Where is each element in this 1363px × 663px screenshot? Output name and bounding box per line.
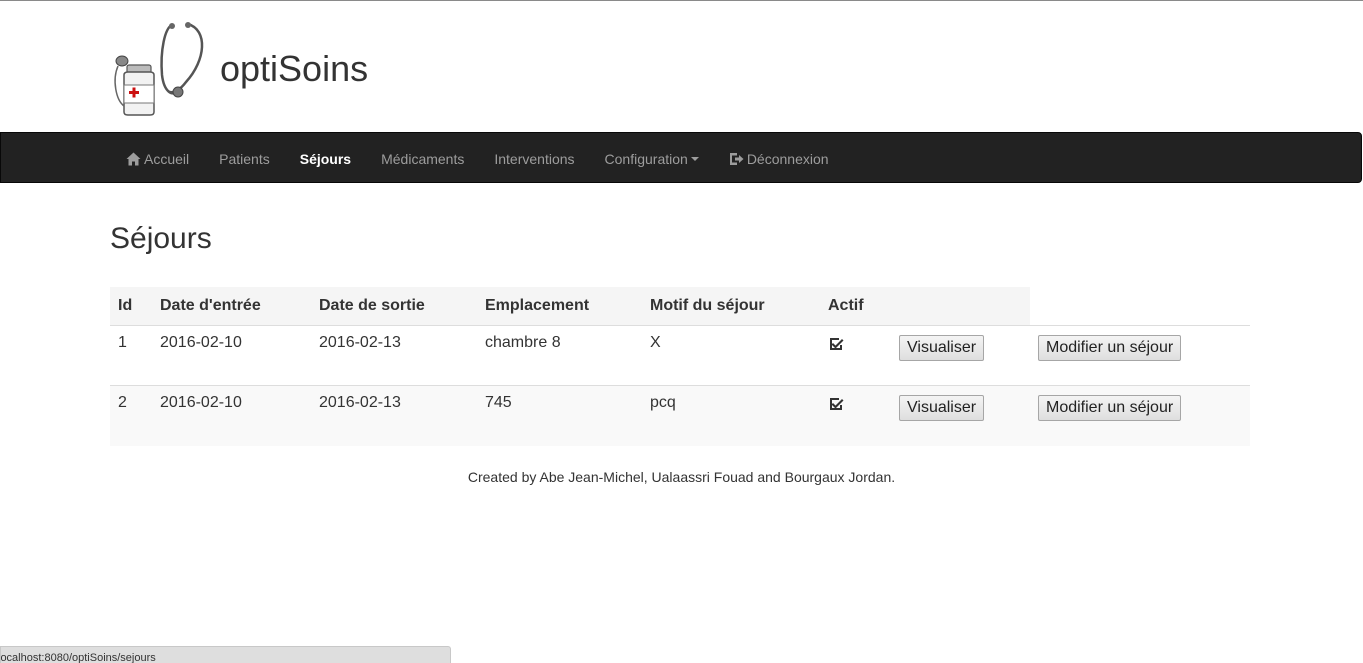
table-header-row: Id Date d'entrée Date de sortie Emplacem… [110,287,1250,326]
nav-item-configuration-dropdown[interactable]: Configuration [590,133,714,184]
cell-view-action: Visualiser [891,385,1030,446]
column-header-id: Id [110,287,152,326]
cell-emplacement: chambre 8 [477,325,642,386]
view-sejour-button[interactable]: Visualiser [899,335,985,361]
nav-item-deconnexion[interactable]: Déconnexion [714,133,844,184]
nav-label: Déconnexion [746,150,829,167]
nav-item-accueil[interactable]: Accueil [111,133,204,184]
status-url: localhost:8080/optiSoins/sejours [0,652,156,663]
nav-label: Médicaments [381,150,465,167]
log-out-icon [729,152,744,166]
table-row: 1 2016-02-10 2016-02-13 chambre 8 X Visu… [110,325,1250,386]
cell-actif [820,325,891,386]
cell-view-action: Visualiser [891,325,1030,386]
checkbox-checked-icon [830,338,844,350]
page-footer: Created by Abe Jean-Michel, Ualaassri Fo… [467,469,896,485]
cell-date-sortie: 2016-02-13 [311,325,477,386]
column-header-emplacement: Emplacement [477,287,642,326]
view-sejour-button[interactable]: Visualiser [899,395,985,421]
nav-label: Séjours [299,150,352,167]
cell-motif: X [642,325,820,386]
browser-status-bar: localhost:8080/optiSoins/sejours [0,646,451,663]
nav-menu: Accueil Patients Séjours Médicaments Int… [111,133,844,184]
window-top-border [0,0,1363,1]
nav-label: Patients [219,150,270,167]
cell-edit-action: Modifier un séjour [1030,385,1250,446]
column-header-actif: Actif [820,287,891,326]
cell-id: 1 [110,325,152,386]
nav-item-patients[interactable]: Patients [204,133,285,184]
cell-actif [820,385,891,446]
column-header-blank [891,287,1030,326]
column-header-date-entree: Date d'entrée [152,287,311,326]
caret-down-icon [690,156,699,161]
nav-item-interventions[interactable]: Interventions [479,133,589,184]
nav-item-medicaments[interactable]: Médicaments [366,133,479,184]
cell-motif: pcq [642,385,820,446]
page-title: Séjours [110,222,212,255]
stethoscope-medicine-logo[interactable] [110,20,210,118]
app-title: optiSoins [220,48,369,89]
sejours-table: Id Date d'entrée Date de sortie Emplacem… [110,287,1250,446]
edit-sejour-button[interactable]: Modifier un séjour [1038,335,1182,361]
cell-emplacement: 745 [477,385,642,446]
cell-id: 2 [110,385,152,446]
nav-item-sejours[interactable]: Séjours [285,133,366,184]
table-row: 2 2016-02-10 2016-02-13 745 pcq Visualis… [110,385,1250,446]
main-navbar: Accueil Patients Séjours Médicaments Int… [0,132,1362,183]
home-icon [126,152,141,166]
column-header-blank [1030,287,1250,326]
nav-label: Configuration [604,150,688,167]
brand-header: optiSoins [110,20,368,118]
column-header-date-sortie: Date de sortie [311,287,477,326]
nav-label: Interventions [494,150,575,167]
checkbox-checked-icon [830,398,844,410]
edit-sejour-button[interactable]: Modifier un séjour [1038,395,1182,421]
cell-date-entree: 2016-02-10 [152,325,311,386]
cell-date-sortie: 2016-02-13 [311,385,477,446]
nav-label: Accueil [144,150,190,167]
cell-edit-action: Modifier un séjour [1030,325,1250,386]
cell-date-entree: 2016-02-10 [152,385,311,446]
column-header-motif: Motif du séjour [642,287,820,326]
